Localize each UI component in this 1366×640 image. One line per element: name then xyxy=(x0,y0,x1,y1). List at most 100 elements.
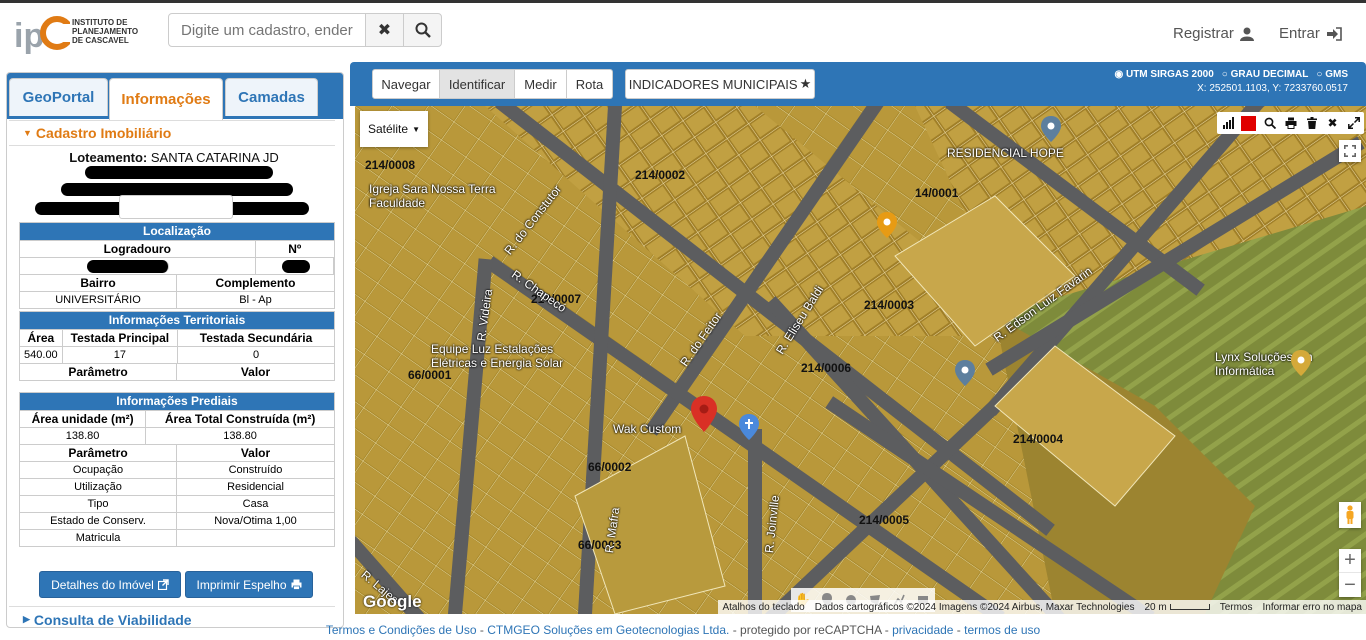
tool-navegar[interactable]: Navegar xyxy=(372,69,440,99)
ctmgeo-link[interactable]: CTMGEO Soluções em Geotecnologias Ltda. xyxy=(487,623,729,637)
map-tool-icons: ✖ xyxy=(1217,112,1364,134)
logo-line-2: PLANEJAMENTO xyxy=(72,27,139,36)
selected-location-marker[interactable] xyxy=(691,396,717,432)
search-bar: ✖ xyxy=(168,13,445,47)
minus-icon: − xyxy=(1344,573,1356,596)
complemento-value: Bl - Ap xyxy=(239,294,272,306)
tab-informacoes[interactable]: Informações xyxy=(109,78,223,120)
basemap-select[interactable]: Satélite ▼ xyxy=(360,111,428,147)
indicadores-label: INDICADORES MUNICIPAIS xyxy=(628,76,798,92)
login-link[interactable]: Entrar xyxy=(1279,25,1342,42)
print-icon[interactable] xyxy=(1280,112,1301,134)
close-icon[interactable]: ✖ xyxy=(1322,112,1343,134)
keyboard-shortcuts-link[interactable]: Atalhos do teclado xyxy=(722,602,804,613)
expand-icon[interactable] xyxy=(1343,112,1364,134)
clear-search-button[interactable]: ✖ xyxy=(365,13,404,47)
param-value: Construído xyxy=(228,464,283,476)
poi-label[interactable]: Equipe Luz Estalações Elétricas e Energi… xyxy=(431,342,581,370)
tool-label: Navegar xyxy=(381,76,431,92)
tool-identificar[interactable]: Identificar xyxy=(439,69,515,99)
proj-gms[interactable]: ○ GMS xyxy=(1316,68,1348,82)
area-total-header: Área Total Construída (m²) xyxy=(164,412,316,426)
poi-label[interactable]: RESIDENCIAL HOPE xyxy=(947,146,1064,160)
tab-camadas-label: Camadas xyxy=(238,89,305,106)
details-button-label: Detalhes do Imóvel xyxy=(51,577,154,592)
complemento-header: Complemento xyxy=(215,276,296,290)
plus-icon: + xyxy=(1344,549,1356,571)
poi-label[interactable]: Wak Custom xyxy=(613,422,681,436)
map-pin-icon[interactable] xyxy=(955,360,975,386)
tab-geoportal[interactable]: GeoPortal xyxy=(9,78,108,116)
scale-bar[interactable]: 20 m xyxy=(1144,602,1210,613)
area-total-value: 138.80 xyxy=(223,430,257,442)
cadastro-imobiliario-header[interactable]: ▼ Cadastro Imobiliário xyxy=(9,120,335,146)
table-row: Tipo Casa xyxy=(20,495,334,512)
map-terms-link[interactable]: Termos xyxy=(1220,602,1253,613)
bar-chart-icon[interactable] xyxy=(1217,112,1238,134)
poi-label[interactable]: Igreja Sara Nossa Terra Faculdade xyxy=(369,182,499,210)
color-fill-icon[interactable] xyxy=(1238,112,1259,134)
param-value: Casa xyxy=(242,498,269,510)
map-pin-icon[interactable] xyxy=(1291,350,1311,376)
parcel-label: 214/0003 xyxy=(864,298,915,312)
territoriais-table: Informações Territoriais Área Testada Pr… xyxy=(19,311,335,381)
close-icon: ✖ xyxy=(377,22,392,39)
church-pin-icon[interactable] xyxy=(739,414,759,440)
indicadores-button[interactable]: INDICADORES MUNICIPAIS ★ xyxy=(625,69,815,99)
search-input[interactable] xyxy=(168,13,366,47)
map-data-credit: Dados cartográficos ©2024 Imagens ©2024 … xyxy=(814,601,1135,613)
logradouro-header: Logradouro xyxy=(20,241,256,257)
tool-medir[interactable]: Medir xyxy=(514,69,567,99)
details-button[interactable]: Detalhes do Imóvel xyxy=(39,571,181,598)
search-button[interactable] xyxy=(403,13,442,47)
panel-content[interactable]: ▼ Cadastro Imobiliário Loteamento: SANTA… xyxy=(9,120,335,626)
valor-header: Valor xyxy=(240,446,271,460)
separator: - xyxy=(476,623,488,637)
panel-tabs: GeoPortal Informações Camadas xyxy=(7,73,343,120)
search-icon[interactable] xyxy=(1259,112,1280,134)
parametro-header: Parâmetro xyxy=(20,445,177,461)
redaction-bar xyxy=(85,166,273,179)
svg-text:ip: ip xyxy=(14,17,44,55)
logo-line-1: INSTITUTO DE xyxy=(72,18,128,27)
map-pin-icon[interactable] xyxy=(1041,116,1061,142)
trash-icon[interactable] xyxy=(1301,112,1322,134)
param-key: Matricula xyxy=(20,530,177,546)
privacy-link[interactable]: privacidade xyxy=(892,623,953,637)
map-canvas[interactable]: 214/0008 214/0002 14/0001 214/0007 214/0… xyxy=(355,106,1366,614)
star-icon: ★ xyxy=(799,76,812,91)
separator: - xyxy=(953,623,965,637)
ipc-logo[interactable]: ip INSTITUTO DE PLANEJAMENTO DE CASCAVEL xyxy=(14,9,144,57)
fullscreen-button[interactable] xyxy=(1339,140,1361,162)
proj-label: GRAU DECIMAL xyxy=(1230,69,1309,80)
zoom-in-button[interactable]: + xyxy=(1339,549,1361,573)
zoom-out-button[interactable]: − xyxy=(1339,573,1361,597)
register-label: Registrar xyxy=(1173,25,1234,42)
tos-link[interactable]: termos de uso xyxy=(964,623,1040,637)
tool-label: Rota xyxy=(575,76,604,92)
external-link-icon xyxy=(157,579,169,590)
pegman-icon xyxy=(1346,505,1354,524)
logo-text: INSTITUTO DE PLANEJAMENTO DE CASCAVEL xyxy=(72,18,138,45)
ipc-logo-mark: ip xyxy=(14,16,70,55)
print-button[interactable]: Imprimir Espelho xyxy=(185,571,313,598)
localizacao-table: Localização Logradouro Nº Bairro Complem… xyxy=(19,222,335,309)
tab-camadas[interactable]: Camadas xyxy=(225,78,318,116)
radio-checked-icon: ◉ xyxy=(1114,69,1124,80)
proj-decimal[interactable]: ○ GRAU DECIMAL xyxy=(1222,68,1309,82)
report-error-link[interactable]: Informar erro no mapa xyxy=(1263,602,1363,613)
page-footer: Termos e Condições de Uso - CTMGEO Soluç… xyxy=(0,620,1366,640)
map-toolbar: Navegar Identificar Medir Rota INDICADOR… xyxy=(350,62,1366,106)
restaurant-pin-icon[interactable] xyxy=(877,212,897,238)
tool-rota[interactable]: Rota xyxy=(566,69,613,99)
proj-utm[interactable]: ◉ UTM SIRGAS 2000 xyxy=(1114,68,1213,82)
register-link[interactable]: Registrar xyxy=(1173,25,1254,42)
param-key: Estado de Conserv. xyxy=(20,513,177,529)
street-view-button[interactable] xyxy=(1339,502,1361,528)
section-title: Cadastro Imobiliário xyxy=(35,125,172,141)
area-unidade-header: Área unidade (m²) xyxy=(20,411,147,427)
terms-link[interactable]: Termos e Condições de Uso xyxy=(326,623,477,637)
param-value: Residencial xyxy=(227,481,284,493)
parcel-label: 66/0002 xyxy=(588,460,632,474)
redaction-bar xyxy=(87,260,169,273)
